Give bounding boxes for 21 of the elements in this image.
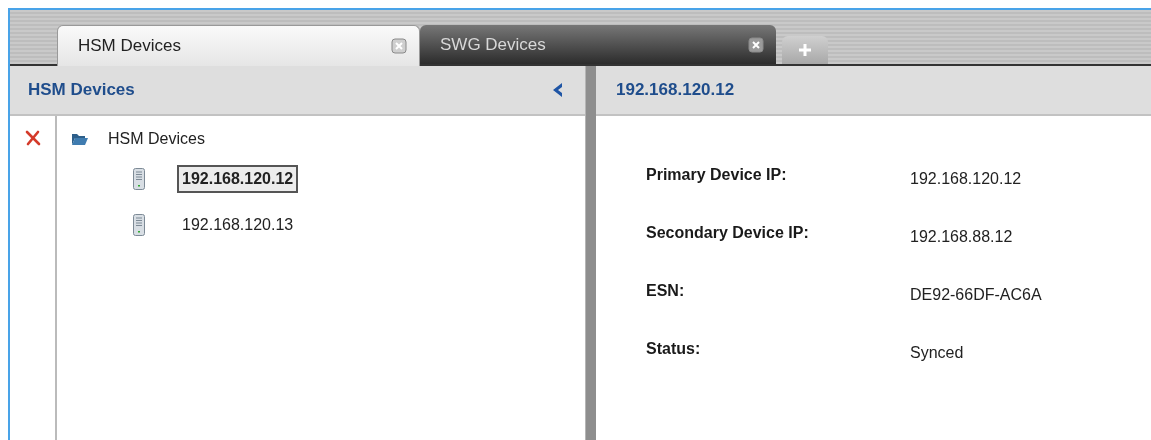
field-label: Status: [646, 340, 702, 358]
field-value: Synced [910, 344, 964, 362]
server-icon [133, 168, 145, 190]
tab[interactable]: SWG Devices [420, 25, 776, 64]
tab[interactable]: HSM Devices [57, 25, 420, 66]
field-value: 192.168.120.12 [910, 170, 1022, 188]
panel-title: HSM Devices [28, 80, 135, 100]
tree-item[interactable]: 192.168.120.13 [177, 211, 299, 239]
panel-title: 192.168.120.12 [616, 80, 735, 100]
plus-icon [798, 43, 812, 57]
tree-item[interactable]: 192.168.120.12 [177, 165, 299, 193]
field-label: Secondary Device IP: [646, 224, 810, 242]
collapse-icon[interactable] [551, 82, 565, 98]
field-value: 192.168.88.12 [910, 228, 1013, 246]
field-value: DE92-66DF-AC6A [910, 286, 1042, 304]
field-label: Primary Device IP: [646, 166, 788, 184]
tree-item[interactable]: HSM Devices [103, 125, 210, 153]
field-label: ESN: [646, 282, 686, 300]
close-icon[interactable] [748, 36, 764, 53]
delete-icon[interactable] [24, 130, 41, 146]
server-icon [133, 214, 145, 236]
